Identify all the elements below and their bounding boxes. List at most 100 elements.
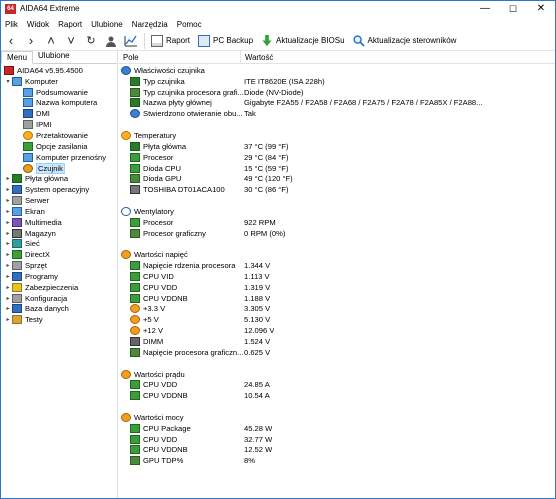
- tree-item[interactable]: Czujnik: [1, 162, 117, 174]
- tree-item[interactable]: IPMI: [1, 119, 117, 130]
- field-cell: +5 V: [119, 315, 244, 325]
- tree-item[interactable]: ▸ Programy: [1, 271, 117, 282]
- menu-ulubione[interactable]: Ulubione: [91, 20, 123, 29]
- sensor-row[interactable]: CPU Package 45.28 W: [119, 423, 555, 434]
- menu-raport[interactable]: Raport: [58, 20, 82, 29]
- sensor-row[interactable]: Procesor 922 RPM: [119, 217, 555, 228]
- expand-arrow-icon[interactable]: ▸: [4, 207, 12, 215]
- sensor-row[interactable]: Nazwa płyty głównej Gigabyte F2A55 / F2A5…: [119, 98, 555, 109]
- expand-arrow-icon[interactable]: ▸: [4, 175, 12, 183]
- sensor-row[interactable]: Dioda CPU 15 °C (59 °F): [119, 163, 555, 174]
- minimize-button[interactable]: —: [471, 1, 499, 17]
- tree-item[interactable]: ▾ Komputer: [1, 76, 117, 87]
- tree-item[interactable]: ▸ Konfiguracja: [1, 293, 117, 304]
- tree-item[interactable]: ▸ DirectX: [1, 249, 117, 260]
- expand-arrow-icon[interactable]: ▸: [4, 186, 12, 194]
- refresh-button[interactable]: ↻: [81, 31, 101, 51]
- field-cell: TOSHIBA DT01ACA100: [119, 185, 244, 195]
- tab-menu[interactable]: Menu: [1, 51, 34, 64]
- down-button[interactable]: ˅: [61, 31, 81, 51]
- sensor-row[interactable]: TOSHIBA DT01ACA100 30 °C (86 °F): [119, 184, 555, 195]
- sensor-row[interactable]: +3.3 V 3.305 V: [119, 304, 555, 315]
- tree-item[interactable]: Podsumowanie: [1, 87, 117, 98]
- tree-item[interactable]: Komputer przenośny: [1, 152, 117, 163]
- expand-arrow-icon[interactable]: ▸: [4, 262, 12, 270]
- sensor-row[interactable]: CPU VDDNB 12.52 W: [119, 445, 555, 456]
- tree-item[interactable]: ▸ Magazyn: [1, 228, 117, 239]
- sensor-row[interactable]: Napięcie rdzenia procesora 1.344 V: [119, 260, 555, 271]
- close-button[interactable]: ✕: [527, 1, 555, 17]
- sensor-row[interactable]: +5 V 5.130 V: [119, 314, 555, 325]
- tree-item[interactable]: AIDA64 v5.95.4500: [1, 65, 117, 76]
- tree-item[interactable]: ▸ Ekran: [1, 206, 117, 217]
- sensor-row[interactable]: CPU VDD 1.319 V: [119, 282, 555, 293]
- tab-ulubione[interactable]: Ulubione: [33, 50, 75, 63]
- menu-pomoc[interactable]: Pomoc: [177, 20, 202, 29]
- bios-update-button[interactable]: Aktualizacje BIOSu: [258, 32, 347, 50]
- section-header[interactable]: Wartości mocy: [119, 412, 555, 423]
- expand-arrow-icon[interactable]: ▸: [4, 272, 12, 280]
- sensor-row[interactable]: CPU VDDNB 10.54 A: [119, 390, 555, 401]
- tree-item[interactable]: ▸ Sprzęt: [1, 260, 117, 271]
- up-button[interactable]: ˄: [41, 31, 61, 51]
- sensor-row[interactable]: Procesor graficzny 0 RPM (0%): [119, 228, 555, 239]
- tree-item[interactable]: Nazwa komputera: [1, 98, 117, 109]
- chart-button[interactable]: [121, 31, 141, 51]
- expand-arrow-icon[interactable]: ▸: [4, 240, 12, 248]
- section-header[interactable]: Właściwości czujnika: [119, 65, 555, 76]
- collapse-arrow-icon[interactable]: ▾: [4, 77, 12, 85]
- tree-item[interactable]: ▸ System operacyjny: [1, 184, 117, 195]
- sensor-row[interactable]: CPU VDD 24.85 A: [119, 379, 555, 390]
- row-icon: [130, 76, 140, 86]
- tree-item[interactable]: ▸ Serwer: [1, 195, 117, 206]
- expand-arrow-icon[interactable]: ▸: [4, 229, 12, 237]
- section-header[interactable]: Wentylatory: [119, 206, 555, 217]
- tree-item[interactable]: ▸ Sieć: [1, 239, 117, 250]
- back-button[interactable]: ‹: [1, 31, 21, 51]
- expand-arrow-icon[interactable]: ▸: [4, 251, 12, 259]
- sensor-row[interactable]: CPU VDDNB 1.188 V: [119, 293, 555, 304]
- section-header[interactable]: Temperatury: [119, 130, 555, 141]
- sensor-row[interactable]: Typ czujnika procesora grafi... Diode (NV…: [119, 87, 555, 98]
- expand-arrow-icon[interactable]: ▸: [4, 294, 12, 302]
- user-button[interactable]: [101, 31, 121, 51]
- column-header-value[interactable]: Wartość: [241, 53, 273, 62]
- column-header-field[interactable]: Pole: [119, 50, 241, 64]
- pc-backup-icon: [198, 34, 211, 47]
- sensor-row[interactable]: Procesor 29 °C (84 °F): [119, 152, 555, 163]
- tree-item[interactable]: ▸ Zabezpieczenia: [1, 282, 117, 293]
- tree-item[interactable]: ▸ Multimedia: [1, 217, 117, 228]
- tree-item[interactable]: Przetaktowanie: [1, 130, 117, 141]
- section-header[interactable]: Wartości prądu: [119, 369, 555, 380]
- menu-plik[interactable]: Plik: [5, 20, 18, 29]
- tree-item[interactable]: Opcje zasilania: [1, 141, 117, 152]
- tree-item[interactable]: ▸ Testy: [1, 314, 117, 325]
- pc-backup-button[interactable]: PC Backup: [195, 32, 256, 50]
- sensor-row[interactable]: GPU TDP% 8%: [119, 455, 555, 466]
- tree-item[interactable]: DMI: [1, 108, 117, 119]
- expand-arrow-icon[interactable]: ▸: [4, 283, 12, 291]
- section-header[interactable]: Wartości napięć: [119, 249, 555, 260]
- report-button[interactable]: Raport: [148, 32, 193, 50]
- menu-widok[interactable]: Widok: [27, 20, 49, 29]
- sensor-row[interactable]: CPU VDD 32.77 W: [119, 434, 555, 445]
- sensor-row[interactable]: Stwierdzono otwieranie obu... Tak: [119, 108, 555, 119]
- sensor-row[interactable]: DIMM 1.524 V: [119, 336, 555, 347]
- sensor-row[interactable]: Napięcie procesora graficzn... 0.625 V: [119, 347, 555, 358]
- tree-item[interactable]: ▸ Baza danych: [1, 304, 117, 315]
- expand-arrow-icon[interactable]: ▸: [4, 197, 12, 205]
- expand-arrow-icon[interactable]: ▸: [4, 305, 12, 313]
- row-icon: [121, 65, 131, 75]
- sensor-row[interactable]: +12 V 12.096 V: [119, 325, 555, 336]
- sensor-row[interactable]: CPU VID 1.113 V: [119, 271, 555, 282]
- expand-arrow-icon[interactable]: ▸: [4, 218, 12, 226]
- tree-item[interactable]: ▸ Płyta główna: [1, 173, 117, 184]
- forward-button[interactable]: ›: [21, 31, 41, 51]
- maximize-button[interactable]: ☐: [499, 1, 527, 17]
- sensor-row[interactable]: Dioda GPU 49 °C (120 °F): [119, 173, 555, 184]
- sensor-row[interactable]: Typ czujnika ITE IT8620E (ISA 228h): [119, 76, 555, 87]
- expand-arrow-icon[interactable]: ▸: [4, 316, 12, 324]
- sensor-row[interactable]: Płyta główna 37 °C (99 °F): [119, 141, 555, 152]
- driver-update-button[interactable]: Aktualizacje sterowników: [350, 32, 460, 50]
- menu-narzedzia[interactable]: Narzędzia: [132, 20, 168, 29]
